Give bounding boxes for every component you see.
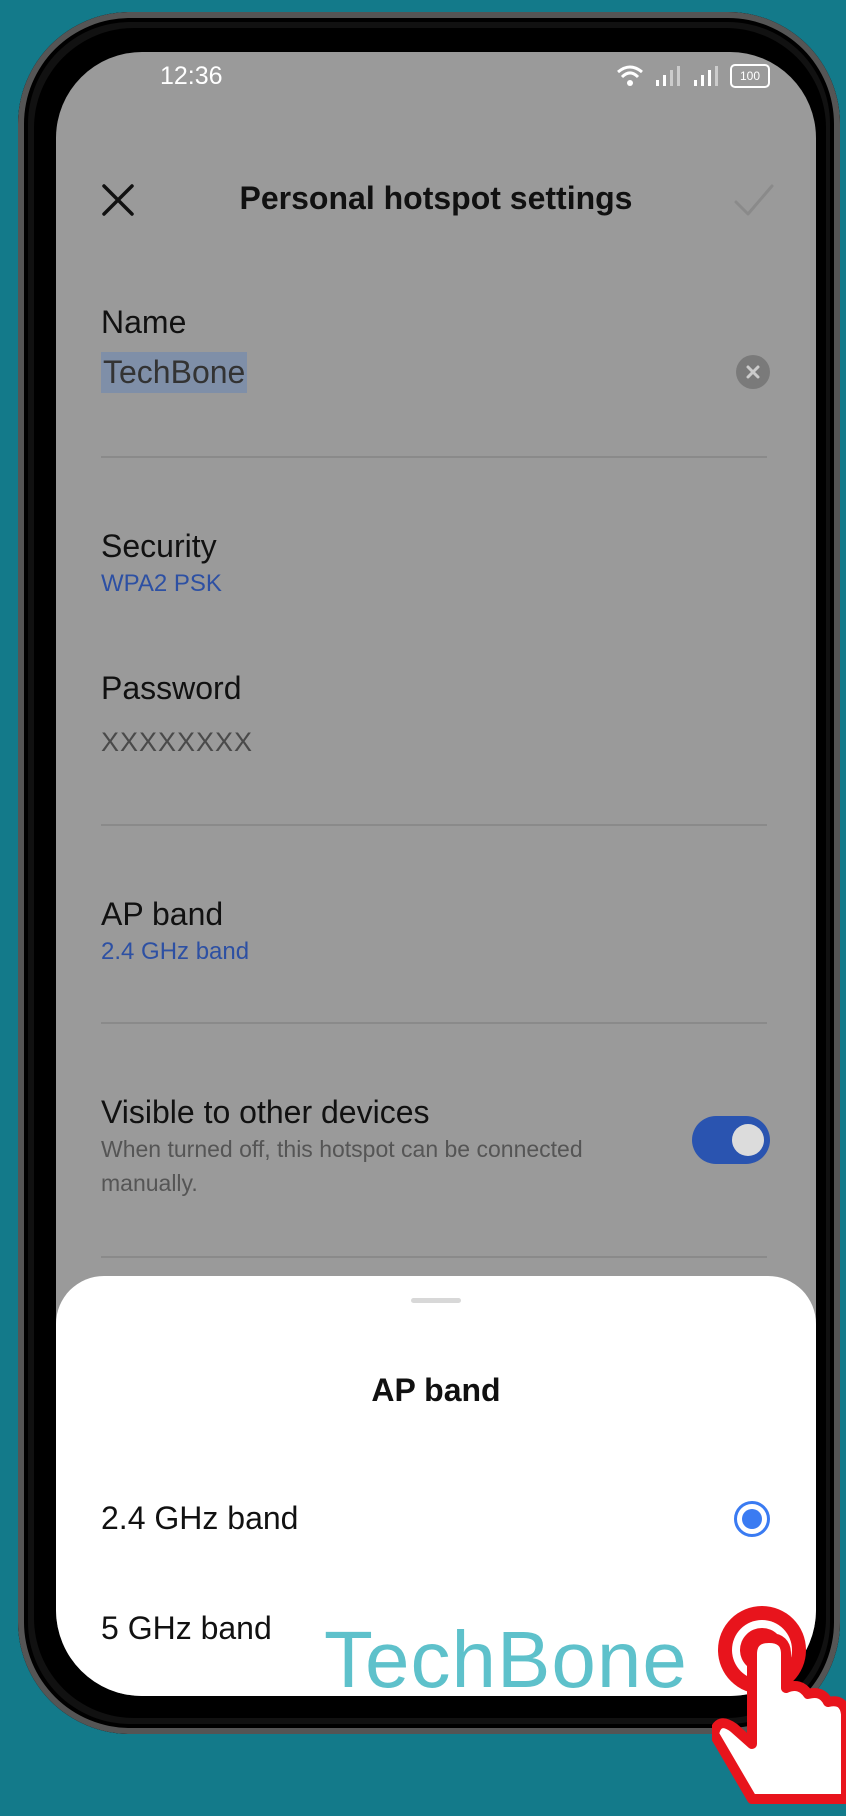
ap-band-label: AP band — [101, 896, 224, 932]
signal-icon-2 — [694, 66, 718, 86]
check-icon[interactable] — [732, 178, 776, 222]
name-label: Name — [101, 304, 187, 340]
pointing-hand-icon — [712, 1606, 846, 1804]
sheet-title: AP band — [371, 1372, 501, 1408]
visible-label: Visible to other devices — [101, 1094, 430, 1130]
password-label: Password — [101, 670, 242, 706]
status-time: 12:36 — [160, 62, 223, 90]
clear-icon — [746, 365, 760, 379]
option-2-4ghz[interactable]: 2.4 GHz band — [56, 1476, 816, 1566]
visible-toggle[interactable] — [692, 1116, 770, 1164]
sheet-handle[interactable] — [411, 1298, 461, 1303]
security-value: WPA2 PSK — [101, 570, 222, 597]
option-label: 2.4 GHz band — [101, 1500, 299, 1536]
divider — [101, 456, 767, 458]
signal-icon — [656, 66, 680, 86]
toolbar: Personal hotspot settings — [56, 162, 816, 242]
password-field[interactable]: XXXXXXXX — [101, 727, 253, 758]
phone-screen: 12:36 100 Personal hotspot settings Name… — [56, 52, 816, 1696]
battery-icon: 100 — [730, 64, 770, 88]
page-title: Personal hotspot settings — [239, 180, 633, 216]
divider — [101, 824, 767, 826]
status-icons: 100 — [616, 62, 770, 90]
name-input[interactable]: TechBone — [101, 352, 248, 393]
clear-text-button[interactable] — [736, 355, 770, 389]
toggle-knob — [732, 1124, 764, 1156]
watermark: TechBone — [324, 1615, 688, 1704]
radio-selected[interactable] — [734, 1501, 770, 1537]
divider — [101, 1256, 767, 1258]
status-bar: 12:36 100 — [56, 52, 816, 102]
security-label: Security — [101, 528, 217, 564]
wifi-icon — [617, 65, 643, 86]
option-label: 5 GHz band — [101, 1610, 272, 1646]
divider — [101, 1022, 767, 1024]
ap-band-value: 2.4 GHz band — [101, 938, 250, 965]
visible-description: When turned off, this hotspot can be con… — [101, 1136, 583, 1196]
